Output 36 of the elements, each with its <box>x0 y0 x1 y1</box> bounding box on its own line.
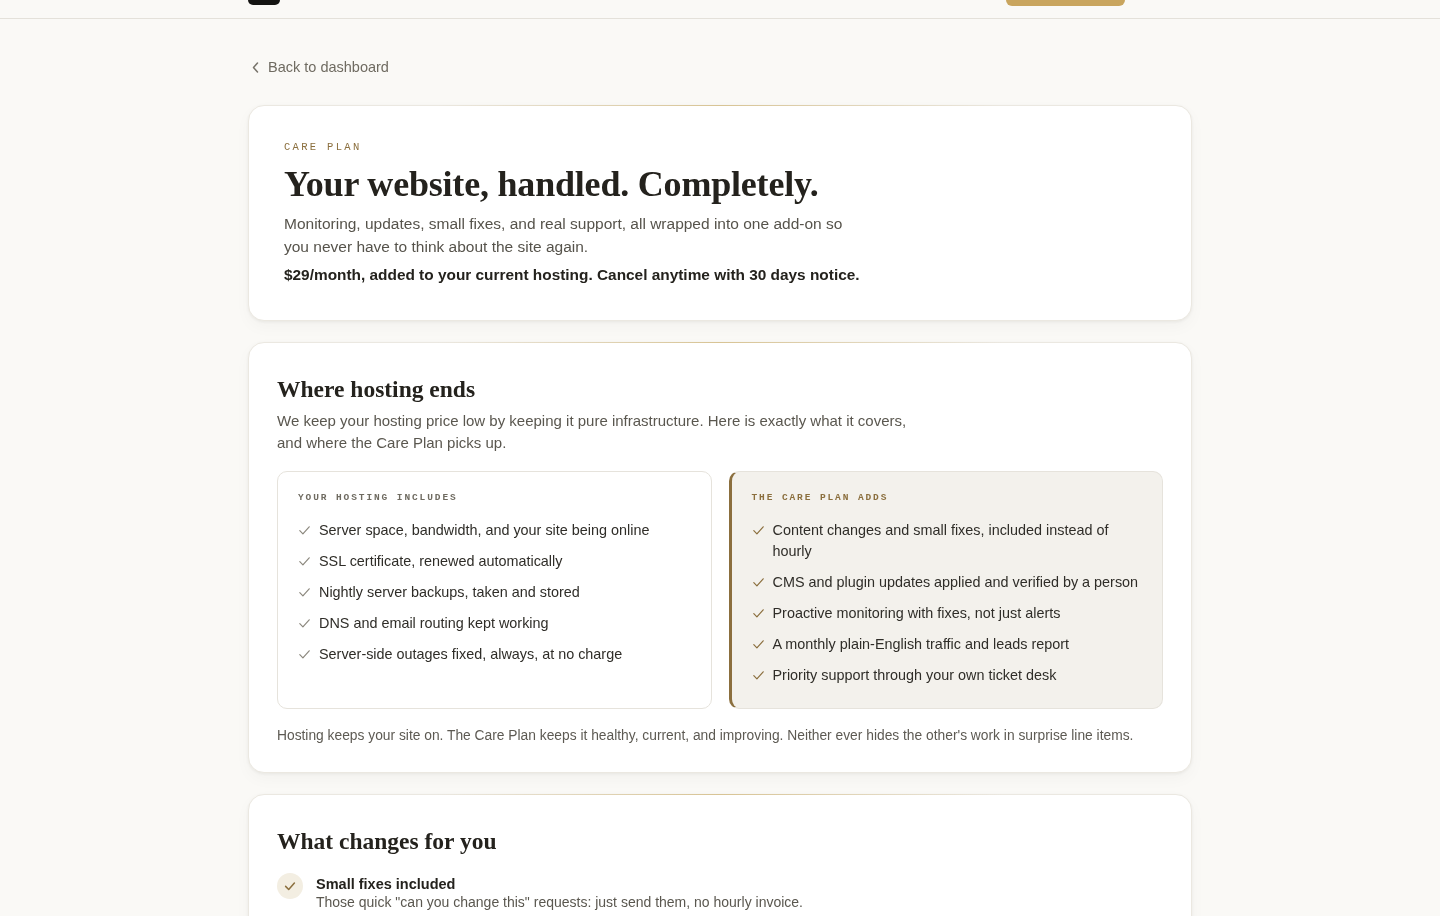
section-note: Hosting keeps your site on. The Care Plan keeps it healthy, current, and improving. Neither ever hides the other's work in surprise line items. <box>277 727 1135 745</box>
benefit-description: Those quick "can you change this" requests: just send them, no hourly invoice. <box>316 894 803 911</box>
check-icon <box>299 526 310 535</box>
check-icon <box>299 588 310 597</box>
check-circle-icon <box>277 873 303 899</box>
list-item-text: Server space, bandwidth, and your site being online <box>319 521 650 540</box>
list-item-text: Proactive monitoring with fixes, not just alerts <box>772 604 1061 623</box>
list-item-text: Server-side outages fixed, always, at no charge <box>319 645 623 664</box>
list-item-text: Priority support through your own ticket desk <box>772 666 1057 685</box>
check-icon <box>752 609 764 618</box>
section-title: Where hosting ends <box>277 375 477 403</box>
section-title: What changes for you <box>277 827 498 855</box>
panel-heading: THE CARE PLAN ADDS <box>751 491 890 505</box>
check-icon <box>752 640 764 649</box>
check-icon <box>299 619 310 628</box>
panel-heading: YOUR HOSTING INCLUDES <box>298 491 459 505</box>
back-link[interactable]: Back to dashboard <box>248 57 389 77</box>
check-icon <box>752 671 764 680</box>
chevron-left-icon <box>252 61 259 73</box>
list-item-text: CMS and plugin updates applied and verified by a person <box>772 573 1139 592</box>
section-description: We keep your hosting price low by keeping it pure infrastructure. Here is exactly what it covers, and where the Care Plan picks up. <box>277 411 908 453</box>
page-title: Your website, handled. Completely. <box>284 164 820 205</box>
list-item-text: Nightly server backups, taken and stored <box>319 583 580 602</box>
check-icon <box>299 650 310 659</box>
list-item-text: DNS and email routing kept working <box>319 614 549 633</box>
intro-description: Monitoring, updates, small fixes, and real support, all wrapped into one add-on so you never have to think about the site again. <box>284 214 844 257</box>
eyebrow-label: CARE PLAN <box>284 140 363 154</box>
list-item-text: A monthly plain-English traffic and leads report <box>772 635 1069 654</box>
benefit-title: Small fixes included <box>316 875 457 894</box>
list-item-text: SSL certificate, renewed automatically <box>319 552 563 571</box>
check-icon <box>752 526 764 535</box>
list-item-text: Content changes and small fixes, included instead of hourly <box>772 521 1110 561</box>
check-icon <box>752 578 764 587</box>
check-icon <box>299 557 310 566</box>
logo-mark[interactable] <box>248 0 280 5</box>
price-note: $29/month, added to your current hosting. Cancel anytime with 30 days notice. <box>284 265 861 285</box>
